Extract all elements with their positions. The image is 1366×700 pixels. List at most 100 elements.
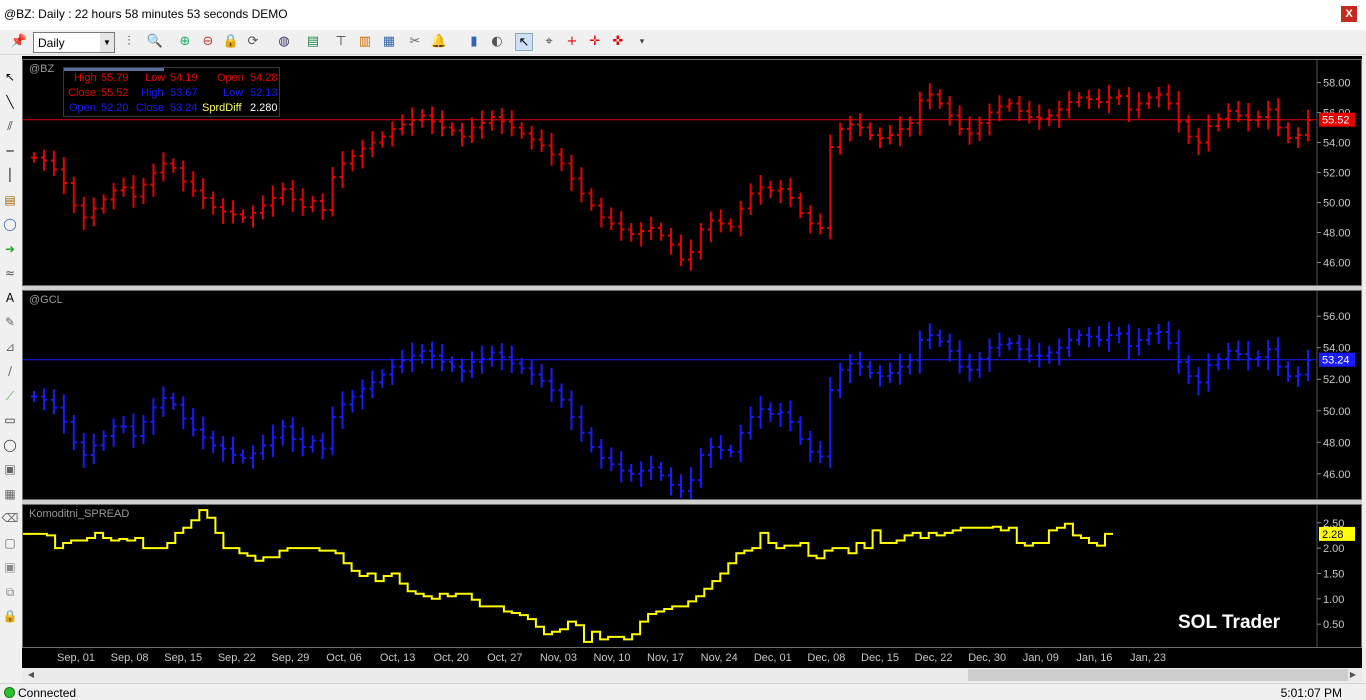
cross-star-icon[interactable]: ✛	[586, 33, 604, 51]
channel-tool-icon[interactable]: ⫽	[1, 117, 19, 135]
wave-tool-icon[interactable]: ≈	[1, 264, 19, 282]
scroll-left-icon[interactable]: ◀	[24, 669, 38, 681]
chat-icon[interactable]: ◐	[488, 33, 506, 51]
regression-tool-icon[interactable]: ⟋	[1, 387, 19, 405]
arrow-tool-icon[interactable]: ➜	[1, 240, 19, 258]
ellipse-tool-icon[interactable]: ◯	[1, 436, 19, 454]
ohlc-bar	[478, 110, 485, 139]
ohlc-bar	[488, 345, 495, 367]
y-tick-label: 48.00	[1323, 437, 1351, 449]
layout-tool-icon[interactable]: ▦	[1, 485, 19, 503]
pen-tool-icon[interactable]: ✎	[1, 313, 19, 331]
lock-icon[interactable]: 🔒	[222, 33, 240, 51]
date-axis: Sep, 01 Sep, 08 Sep, 15 Sep, 22 Sep, 29 Oct, …	[22, 648, 1362, 668]
zoom-out-icon[interactable]: ⊖	[199, 33, 217, 51]
ohlc-bar	[1115, 89, 1122, 106]
pointer-icon[interactable]: ↖	[515, 33, 533, 51]
fib-tool-icon[interactable]: ⊿	[1, 338, 19, 356]
zoom-in-icon[interactable]: ⊕	[176, 33, 194, 51]
hline-tool-icon[interactable]: ─	[1, 142, 19, 160]
callout-tool-icon[interactable]: ◯	[1, 215, 19, 233]
info-value: 55.52	[101, 87, 129, 99]
eraser-tool-icon[interactable]: ⌫	[1, 509, 19, 527]
ohlc-bar	[986, 338, 993, 372]
close-button[interactable]: X	[1341, 6, 1357, 22]
vline-tool-icon[interactable]: │	[1, 166, 19, 184]
date-tick-label: Nov, 24	[700, 652, 738, 664]
price-pane-bz[interactable]: 58.0056.0054.0052.0050.0048.0046.0055.52…	[22, 59, 1362, 286]
lock-tool-icon[interactable]: 🔒	[1, 607, 19, 625]
group-tool-icon[interactable]: ▣	[1, 558, 19, 576]
chart-area[interactable]: 58.00 56.00 54.00 52.00 50.00 48.00 46.00 55.52…	[22, 56, 1362, 668]
overflow-icon[interactable]: ▾	[633, 33, 651, 51]
info-value: 54.19	[170, 72, 198, 84]
scrollbar-thumb[interactable]	[968, 669, 1348, 681]
interval-select[interactable]: Daily ▼	[33, 32, 115, 53]
bar-style-icon[interactable]: ⫶	[120, 33, 138, 51]
pointer-tool-icon[interactable]: ↖	[1, 68, 19, 86]
ohlc-bar	[90, 433, 97, 465]
chart-type-icon[interactable]: ▤	[304, 33, 322, 51]
ohlc-bar	[50, 150, 57, 176]
chevron-down-icon[interactable]: ▼	[100, 33, 114, 52]
ohlc-bar	[488, 110, 495, 131]
notebook-icon[interactable]: ▮	[465, 33, 483, 51]
ohlc-bar	[518, 122, 525, 139]
gann-tool-icon[interactable]: ∕	[1, 362, 19, 380]
info-value: 2.280	[250, 102, 278, 114]
ohlc-bar	[299, 427, 306, 457]
ohlc-bar	[439, 343, 446, 372]
spread-pane[interactable]: 2.50 2.00 1.50 1.00 0.50 2.28 Komoditni_SPREA…	[22, 504, 1362, 648]
zoom-menu-icon[interactable]: 🔍	[146, 33, 164, 51]
refresh-icon[interactable]: ⟳	[244, 33, 262, 51]
ohlc-bar	[896, 353, 903, 385]
ohlc-bar	[269, 185, 276, 217]
info-value: 53.24	[170, 102, 198, 114]
ohlc-bar	[50, 389, 57, 415]
ohlc-bar	[1026, 338, 1033, 363]
ohlc-bar	[190, 171, 197, 197]
line-tool-icon[interactable]: ╲	[1, 93, 19, 111]
ohlc-bar	[279, 182, 286, 206]
ohlc-bar	[1285, 361, 1292, 382]
ohlc-bar	[608, 447, 615, 472]
crosshair-icon[interactable]: ⌖	[540, 33, 558, 51]
date-tick-label: Sep, 15	[164, 652, 203, 664]
layers-tool-icon[interactable]: ⧉	[1, 583, 19, 601]
ohlc-bar	[140, 415, 147, 445]
ohlc-bar	[777, 180, 784, 203]
ohlc-bar	[976, 351, 983, 378]
horizontal-scrollbar[interactable]: ◀ ▶	[22, 668, 1362, 682]
ohlc-bar	[548, 367, 555, 403]
ohlc-bar	[857, 351, 864, 376]
cross-arrow-icon[interactable]: ✜	[609, 33, 627, 51]
properties-icon[interactable]: ▦	[380, 33, 398, 51]
cross-red-icon[interactable]: +	[563, 33, 581, 51]
pushpin-icon[interactable]: 📌	[10, 33, 28, 51]
magnet-tool-icon[interactable]: ▢	[1, 534, 19, 552]
window-title: @BZ: Daily : 22 hours 58 minutes 53 seco…	[4, 7, 288, 21]
ohlc-bar	[916, 91, 923, 136]
alert-bell-icon[interactable]: 🔔	[430, 33, 448, 51]
globe-icon[interactable]: ◍	[275, 33, 293, 51]
date-tick-label: Nov, 17	[647, 652, 685, 664]
scissors-icon[interactable]: ✂	[406, 33, 424, 51]
hierarchy-icon[interactable]: ⊤	[332, 33, 350, 51]
scroll-right-icon[interactable]: ▶	[1346, 669, 1360, 681]
ohlc-bar	[558, 383, 565, 408]
price-pane-gcl[interactable]: 56.00 54.00 52.00 50.00 48.00 46.00 53.24 @GCL	[22, 290, 1362, 500]
ohlc-bar	[707, 437, 714, 468]
rectangle-tool-icon[interactable]: ▭	[1, 411, 19, 429]
note-tool-icon[interactable]: ▤	[1, 191, 19, 209]
clock: 5:01:07 PM	[1280, 686, 1342, 700]
ohlc-bar	[857, 113, 864, 137]
text-tool-icon[interactable]: A	[1, 289, 19, 307]
ohlc-bar	[737, 424, 744, 463]
ohlc-bar	[976, 116, 983, 142]
ohlc-bar	[1006, 98, 1013, 112]
ohlc-bar	[1155, 86, 1162, 108]
ohlc-bar	[1066, 90, 1073, 119]
bar-colors-icon[interactable]: ▥	[356, 33, 374, 51]
template-tool-icon[interactable]: ▣	[1, 460, 19, 478]
ohlc-bar	[648, 216, 655, 240]
